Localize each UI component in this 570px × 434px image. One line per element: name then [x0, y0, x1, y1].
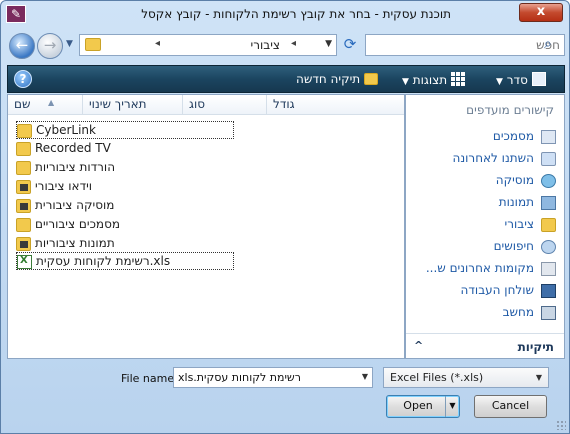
breadcrumb-arrow-icon[interactable]: ◂	[155, 38, 160, 49]
file-type-select[interactable]: Excel Files (*.xls) ▼	[383, 367, 549, 388]
folder-icon	[16, 142, 31, 156]
column-header-name[interactable]: שם ▲	[8, 95, 82, 115]
breadcrumb-arrow-icon[interactable]: ◂	[291, 38, 296, 49]
desktop-icon	[541, 284, 556, 298]
views-button[interactable]: ▼ תצוגות	[402, 72, 465, 87]
command-toolbar: ? תיקיה חדשה ▼ תצוגות ▼ סדר	[7, 65, 565, 93]
list-item[interactable]: תמונות ציבוריות	[16, 235, 146, 253]
views-dropdown-icon: ▼	[402, 77, 409, 87]
list-item[interactable]: מסמכים ציבוריים	[16, 216, 146, 234]
video-folder-icon	[16, 180, 31, 194]
computer-icon	[541, 306, 556, 320]
pictures-folder-icon	[16, 237, 31, 251]
search-icon[interactable]: ⌕	[544, 36, 552, 52]
favorite-links-header: קישורים מועדפים	[466, 103, 554, 117]
search-input[interactable]	[390, 37, 560, 53]
recent-pages-dropdown[interactable]: ▼	[66, 39, 73, 49]
list-item[interactable]: וידאו ציבורי	[16, 178, 146, 196]
chevron-down-icon: ▼	[535, 373, 542, 382]
folders-toggle[interactable]: תיקיות	[518, 340, 554, 354]
new-folder-button[interactable]: תיקיה חדשה	[296, 72, 378, 86]
list-item[interactable]: מוסיקה ציבורית	[16, 197, 146, 215]
address-row: ← → ▼ ◂ ציבורי ◂ ▼ ⟳ ⌕	[7, 31, 565, 61]
navigation-pane: קישורים מועדפים מסמכים השתנו לאחרונה מוס…	[405, 94, 565, 359]
organize-dropdown-icon: ▼	[496, 77, 503, 87]
resize-grip-icon[interactable]	[556, 420, 566, 430]
chevron-down-icon[interactable]: ▼	[362, 372, 368, 381]
new-folder-label: תיקיה חדשה	[296, 72, 361, 86]
window-title: תוכנת עסקית - בחר את קובץ רשימת הלקוחות …	[141, 7, 451, 21]
organize-label: סדר	[506, 73, 528, 87]
music-folder-icon	[16, 199, 31, 213]
close-button[interactable]: x	[519, 3, 563, 22]
divider	[406, 333, 564, 334]
column-header-type[interactable]: סוג	[182, 95, 266, 115]
views-icon	[450, 72, 465, 86]
title-bar: ✎ תוכנת עסקית - בחר את קובץ רשימת הלקוחו…	[1, 1, 569, 29]
breadcrumb-public[interactable]: ציבורי	[251, 38, 280, 52]
open-file-dialog: ✎ תוכנת עסקית - בחר את קובץ רשימת הלקוחו…	[0, 0, 570, 434]
recently-changed-icon	[541, 152, 556, 166]
list-item[interactable]: Recorded TV	[16, 140, 136, 158]
refresh-button[interactable]: ⟳	[339, 34, 361, 56]
list-item[interactable]: הורדות ציבוריות	[16, 159, 146, 177]
organize-icon	[531, 72, 546, 86]
excel-file-icon	[17, 255, 32, 269]
app-icon: ✎	[6, 5, 26, 23]
cancel-button[interactable]: Cancel	[474, 395, 547, 418]
list-item[interactable]: CyberLink	[16, 121, 234, 139]
views-label: תצוגות	[412, 73, 448, 87]
folder-icon	[17, 124, 32, 138]
open-split-dropdown-icon[interactable]: ▼	[445, 396, 459, 417]
chevron-up-icon[interactable]: ^	[414, 339, 423, 352]
list-item-selected[interactable]: רשימת לקוחות עסקית.xls	[16, 252, 234, 270]
back-button[interactable]: ←	[9, 33, 35, 59]
music-icon	[541, 174, 556, 188]
address-bar[interactable]: ◂ ציבורי ◂ ▼	[79, 34, 337, 56]
column-headers: שם ▲ תאריך שינוי סוג גודל	[8, 95, 404, 115]
recent-places-icon	[541, 262, 556, 276]
address-dropdown-icon[interactable]: ▼	[325, 39, 332, 49]
open-label: Open	[403, 399, 433, 412]
sort-ascending-icon: ▲	[48, 98, 55, 107]
folder-icon	[16, 218, 31, 232]
file-name-input[interactable]	[178, 370, 354, 385]
folder-icon	[16, 161, 31, 175]
organize-button[interactable]: ▼ סדר	[496, 72, 546, 87]
public-folder-icon	[541, 218, 556, 232]
searches-icon	[541, 240, 556, 254]
documents-icon	[541, 130, 556, 144]
file-name-label: File name:	[121, 372, 178, 385]
file-list[interactable]: שם ▲ תאריך שינוי סוג גודל CyberLink Reco…	[7, 94, 405, 359]
new-folder-icon	[363, 73, 378, 85]
file-name-combobox[interactable]: ▼	[173, 367, 373, 388]
pictures-icon	[541, 196, 556, 210]
column-header-date[interactable]: תאריך שינוי	[82, 95, 182, 115]
column-header-size[interactable]: גודל	[266, 95, 404, 115]
folder-icon	[85, 38, 101, 51]
search-box[interactable]: ⌕	[365, 34, 565, 56]
help-button[interactable]: ?	[14, 70, 32, 88]
forward-button[interactable]: →	[37, 33, 63, 59]
file-type-value: Excel Files (*.xls)	[390, 371, 484, 384]
open-button[interactable]: Open ▼	[386, 395, 460, 418]
